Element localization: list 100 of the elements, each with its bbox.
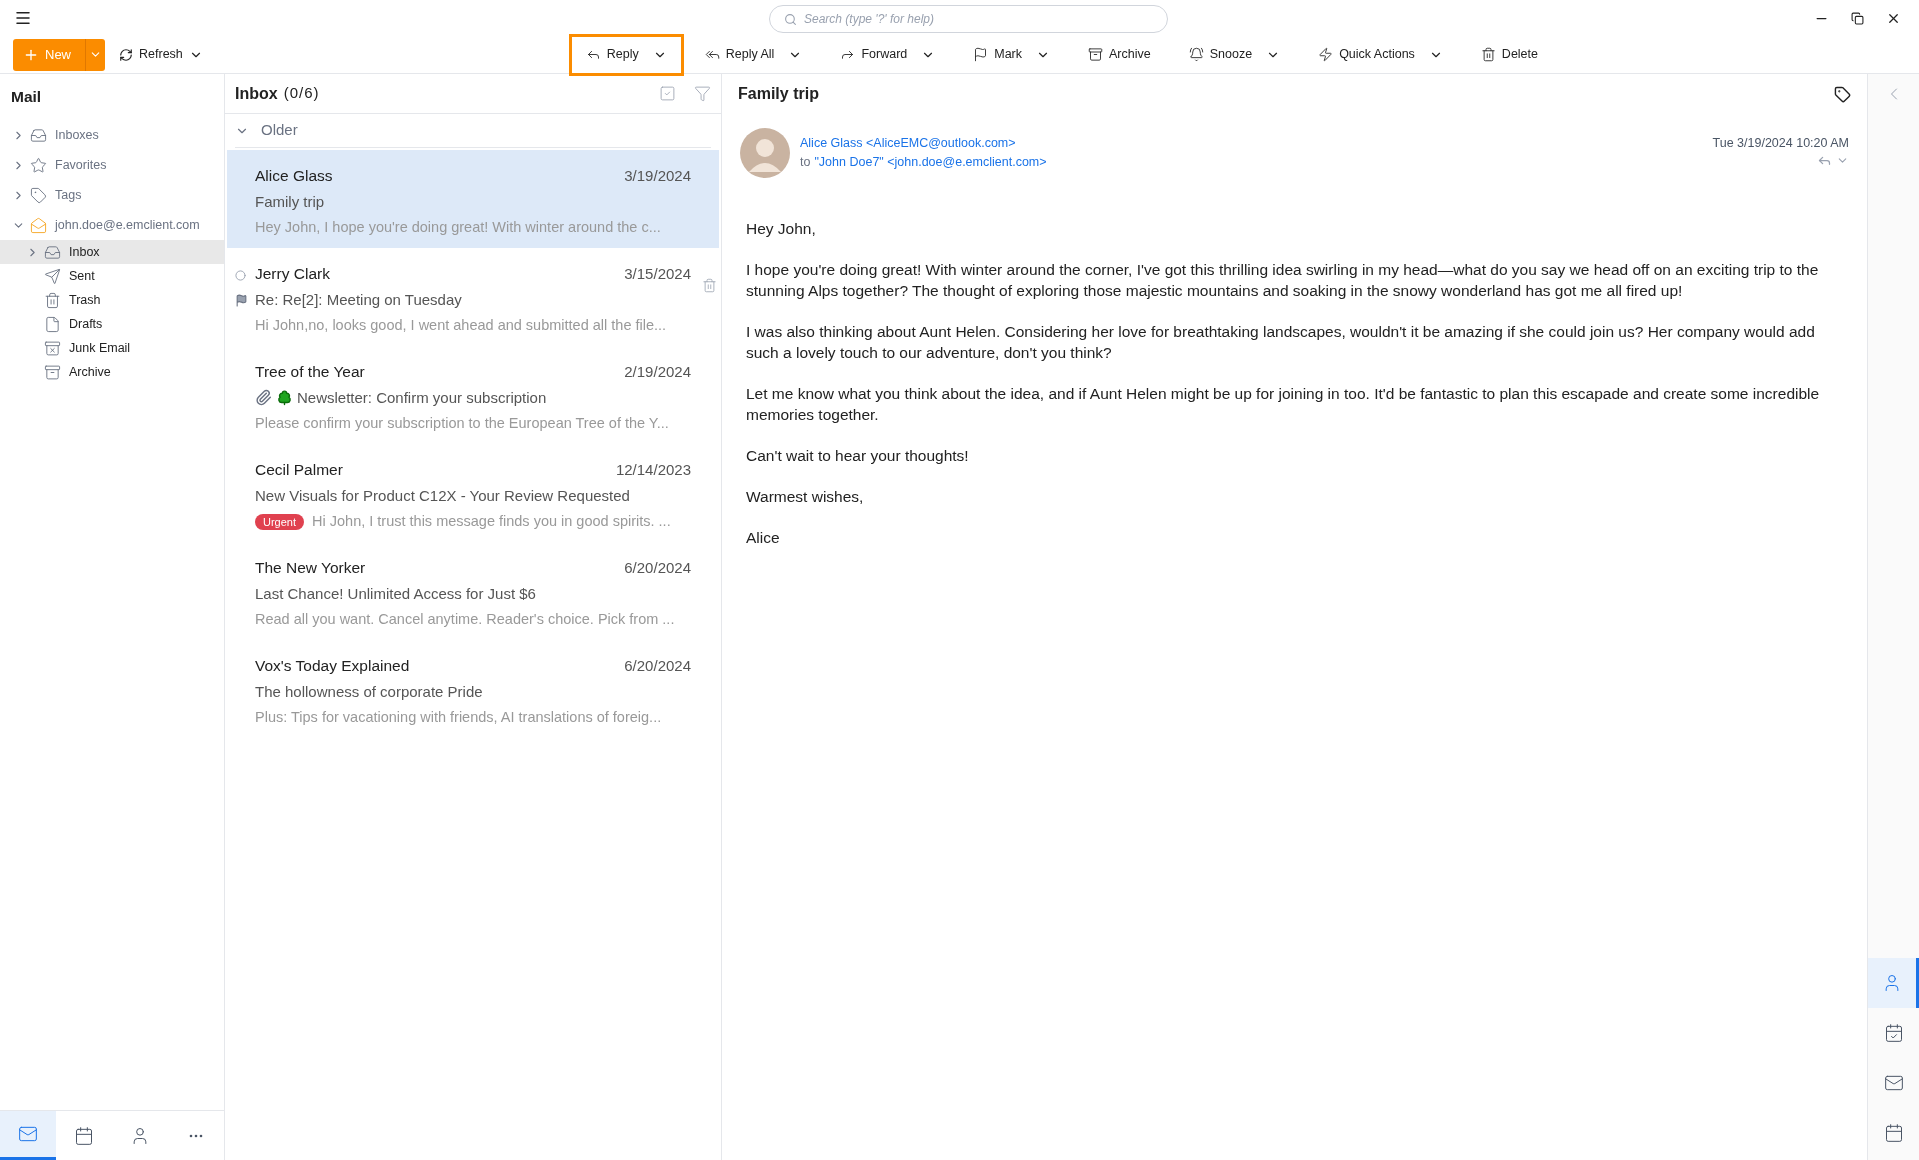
calendar-icon [1883, 1123, 1904, 1143]
flag-icon[interactable] [235, 294, 248, 307]
message-subject: Re: Re[2]: Meeting on Tuesday [255, 289, 462, 310]
message-date: 2/19/2024 [624, 362, 691, 382]
recipient-address[interactable]: "John Doe7" <john.doe@e.emclient.com> [814, 152, 1047, 172]
group-header: Older [261, 120, 298, 141]
sender-name: Cecil Palmer [255, 460, 343, 480]
message-preview: Hi John,no, looks good, I went ahead and submitted all the file... [255, 316, 667, 335]
sender-name: Alice Glass [255, 166, 333, 186]
toolbar-button[interactable]: Mark [956, 33, 1068, 76]
folder-label: john.doe@e.emclient.com [55, 216, 200, 234]
folder-item[interactable]: Favorites [0, 150, 224, 181]
toolbar-button[interactable]: Reply All [687, 33, 820, 76]
message-item[interactable]: Cecil Palmer 12/14/2023 New Visuals for Product C12X - Your Review Requested Urgent Hi John, I trust this message finds you in good spirits. ... [227, 444, 719, 542]
rail-tab[interactable] [1868, 958, 1919, 1008]
refresh-icon [119, 47, 133, 62]
archive-folder-icon [44, 363, 61, 381]
email-paragraph: Alice [746, 528, 781, 548]
message-preview: Please confirm your subscription to the European Tree of the Y... [255, 414, 669, 433]
toolbar-button[interactable]: Forward [823, 33, 953, 76]
folder-item[interactable]: Trash [0, 288, 224, 313]
favorites-folder-icon [30, 156, 47, 174]
calendar-icon [74, 1125, 94, 1146]
folder-item[interactable]: john.doe@e.emclient.com [0, 210, 224, 241]
email-paragraph: Can't wait to hear your thoughts! [746, 446, 970, 466]
inboxes-folder-icon [30, 126, 47, 144]
folder-item[interactable]: Sent [0, 264, 224, 289]
more-icon [189, 1133, 203, 1138]
add-tag-icon[interactable] [1834, 85, 1851, 103]
sender-address[interactable]: Alice Glass <AliceEMC@outlook.com> [800, 134, 1047, 153]
folder-title: Inbox [235, 83, 278, 104]
tags-folder-icon [30, 186, 47, 204]
inbox-folder-icon [44, 243, 61, 261]
folder-label: Junk Email [69, 339, 131, 357]
message-count: (0/6) [283, 83, 320, 104]
menu-icon[interactable] [14, 9, 32, 27]
unread-toggle-icon[interactable] [235, 270, 246, 281]
message-item[interactable]: Alice Glass 3/19/2024 Family trip Hey John, I hope you're doing great! With winter around the c... [227, 150, 719, 248]
sender-name: Jerry Clark [255, 264, 330, 284]
folder-item[interactable]: Archive [0, 360, 224, 385]
toolbar-button[interactable]: Reply [568, 33, 684, 76]
folder-item[interactable]: Tags [0, 180, 224, 211]
sent-folder-icon [44, 267, 61, 285]
folder-label: Tags [55, 186, 82, 204]
message-item[interactable]: The New Yorker 6/20/2024 Last Chance! Unlimited Access for Just $6 Read all you want. Cancel anytime. Reader's choice. Pick from ... [227, 542, 719, 640]
email-paragraph: I hope you're doing great! With winter around the corner, I've got this thrilling idea swirling in my head—what do you say we head off on an exciting trip to the stunning Alps together? The thought of exploring those majestic mountains and soaking in the snowy wonderland has got me all fired up! [746, 260, 1820, 301]
message-preview: Plus: Tips for vacationing with friends, AI translations of foreig... [255, 708, 662, 727]
drafts-folder-icon [44, 315, 61, 333]
folder-label: Drafts [69, 315, 103, 333]
email-subject: Family trip [738, 84, 819, 104]
folder-item[interactable]: Inboxes [0, 120, 224, 151]
search-field[interactable]: Search (type '?' for help) [769, 5, 1168, 33]
message-preview: Hi John, I trust this message finds you in good spirits. ... [312, 512, 671, 531]
email-date: Tue 3/19/2024 10:20 AM [1712, 135, 1849, 152]
folder-item[interactable]: Inbox [0, 240, 224, 265]
restore-icon[interactable] [1851, 11, 1864, 25]
folder-label: Sent [69, 267, 95, 285]
message-subject: Family trip [255, 191, 325, 212]
folder-label: Inboxes [55, 126, 99, 144]
trash-folder-icon [44, 291, 61, 309]
message-subject: Newsletter: Confirm your subscription [297, 387, 547, 408]
message-preview: Hey John, I hope you're doing great! With winter around the c... [255, 218, 661, 237]
email-paragraph: Let me know what you think about the idea, and if Aunt Helen might be up for joining in too. It'd be fantastic to plan this escapade and create some incredible memories together. [746, 384, 1821, 425]
email-paragraph: Warmest wishes, [746, 487, 865, 507]
account-folder-icon [30, 216, 47, 234]
toolbar-icon [1318, 47, 1334, 62]
folder-item[interactable]: Junk Email [0, 336, 224, 361]
toolbar-icon [1480, 47, 1496, 62]
toolbar-button[interactable]: Snooze [1171, 33, 1298, 76]
toolbar-button[interactable]: Delete [1463, 33, 1555, 76]
mail-icon [1883, 1073, 1904, 1093]
toolbar-button[interactable]: Quick Actions [1301, 33, 1460, 76]
refresh-button[interactable]: Refresh [119, 45, 203, 64]
tasks-icon [1883, 1023, 1904, 1043]
toolbar-button[interactable]: Archive [1071, 33, 1168, 76]
folder-item[interactable]: Drafts [0, 312, 224, 337]
message-item[interactable]: Vox's Today Explained 6/20/2024 The hollowness of corporate Pride Plus: Tips for vacationing with friends, AI translations of foreig... [227, 640, 719, 738]
folder-label: Archive [69, 363, 111, 381]
message-date: 3/15/2024 [624, 264, 691, 284]
nav-tab[interactable] [0, 1111, 56, 1160]
toolbar-icon [973, 47, 989, 62]
message-subject: New Visuals for Product C12X - Your Review Requested [255, 485, 630, 506]
message-date: 12/14/2023 [615, 460, 691, 480]
message-date: 3/19/2024 [624, 166, 691, 186]
toolbar-icon [1088, 47, 1104, 62]
message-item[interactable]: Tree of the Year 2/19/2024 Newsletter: Confirm your subscription Please confirm your subscription to the European Tree of the Y... [227, 346, 719, 444]
search-icon [784, 13, 797, 26]
folder-label: Inbox [69, 243, 100, 261]
email-paragraph: Hey John, [746, 219, 817, 239]
message-date: 6/20/2024 [624, 558, 691, 578]
email-paragraph: I was also thinking about Aunt Helen. Considering her love for breathtaking landscapes, wouldn't it be amazing if she could join us? Her company would add such a lovely touch to our adventure, don't you think? [746, 322, 1816, 363]
message-date: 6/20/2024 [624, 656, 691, 676]
message-item[interactable]: Jerry Clark 3/15/2024 Re: Re[2]: Meeting on Tuesday Hi John,no, looks good, I went ahead and submitted all the file... [227, 248, 719, 346]
sender-name: The New Yorker [255, 558, 366, 578]
folder-label: Favorites [55, 156, 107, 174]
sender-name: Vox's Today Explained [255, 656, 410, 676]
toolbar-icon [1188, 47, 1204, 62]
urgent-tag: Urgent [255, 513, 305, 530]
to-label: to [800, 153, 811, 171]
junk-folder-icon [44, 339, 61, 357]
